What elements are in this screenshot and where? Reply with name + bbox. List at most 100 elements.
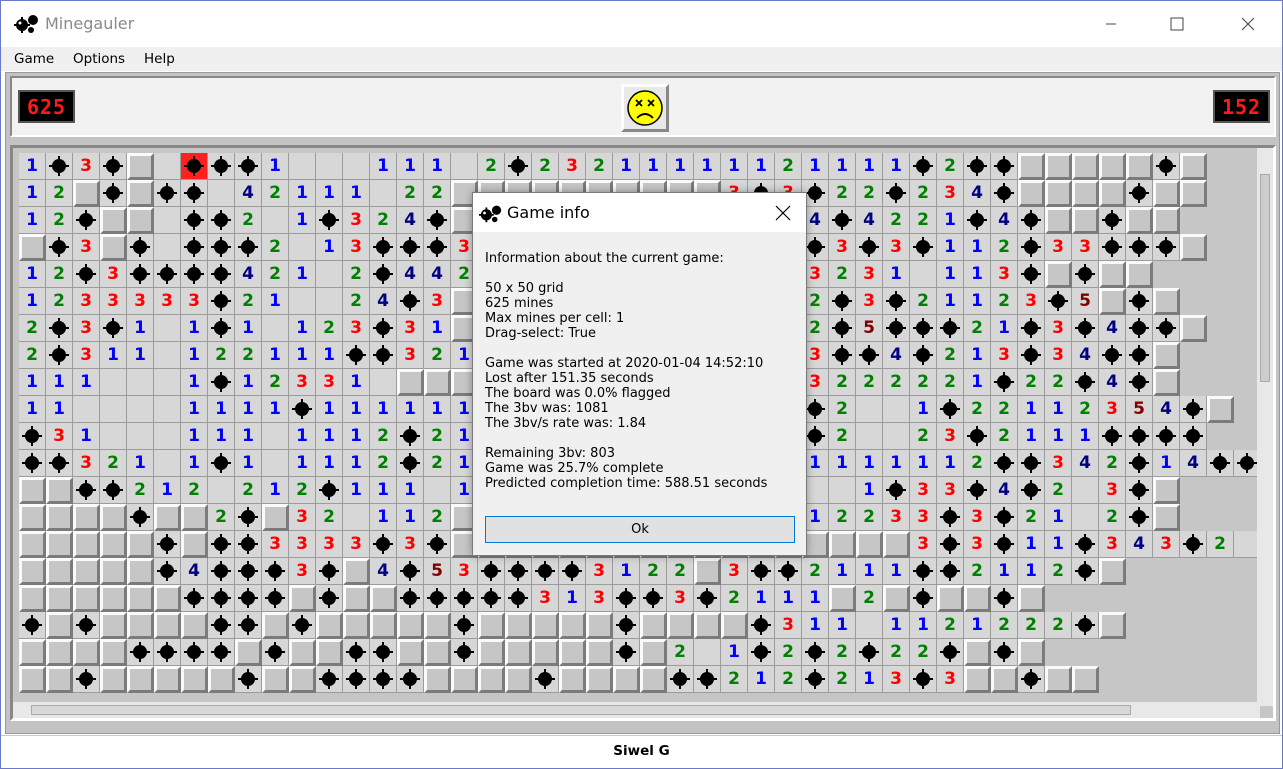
cell-number[interactable]: 1 [1045,504,1072,531]
cell-number[interactable]: 1 [883,261,910,288]
cell-number[interactable]: 3 [991,342,1018,369]
cell-number[interactable]: 1 [829,153,856,180]
cell-number[interactable]: 1 [181,396,208,423]
cell-number[interactable]: 3 [73,450,100,477]
cell-mine[interactable] [154,531,181,558]
cell-number[interactable]: 1 [1045,396,1072,423]
cell-number[interactable]: 3 [532,585,559,612]
cell-mine[interactable] [883,180,910,207]
cell-number[interactable]: 1 [208,423,235,450]
cell-unrevealed[interactable] [505,612,532,639]
cell-number[interactable]: 2 [46,261,73,288]
cell-number[interactable]: 3 [289,504,316,531]
cell-number[interactable]: 1 [424,315,451,342]
cell-mine[interactable] [154,558,181,585]
cell-number[interactable]: 2 [370,207,397,234]
cell-unrevealed[interactable] [424,612,451,639]
cell-number[interactable]: 1 [289,315,316,342]
cell-number[interactable]: 2 [1099,504,1126,531]
cell-number[interactable]: 1 [289,207,316,234]
cell-number[interactable]: 1 [721,153,748,180]
cell-mine[interactable] [19,612,46,639]
cell-mine[interactable] [289,396,316,423]
cell-number[interactable]: 3 [343,207,370,234]
cell-number[interactable]: 2 [424,180,451,207]
cell-mine[interactable] [262,558,289,585]
cell-mine[interactable] [1045,288,1072,315]
cell-number[interactable]: 2 [829,504,856,531]
cell-number[interactable]: 2 [1045,369,1072,396]
cell-mine[interactable] [991,504,1018,531]
cell-unrevealed[interactable] [289,666,316,693]
cell-number[interactable]: 5 [856,315,883,342]
cell-unrevealed[interactable] [289,585,316,612]
cell-mine[interactable] [208,639,235,666]
dialog-title-bar[interactable]: Game info [473,193,806,232]
cell-mine[interactable] [964,423,991,450]
cell-number[interactable]: 1 [613,153,640,180]
cell-number[interactable]: 2 [235,342,262,369]
cell-unrevealed[interactable] [73,585,100,612]
cell-mine[interactable] [289,612,316,639]
cell-number[interactable]: 1 [856,450,883,477]
cell-number[interactable]: 2 [991,423,1018,450]
cell-unrevealed[interactable] [559,612,586,639]
cell-mine[interactable] [910,666,937,693]
cell-unrevealed[interactable] [721,612,748,639]
cell-number[interactable]: 3 [856,288,883,315]
cell-number[interactable]: 3 [343,531,370,558]
cell-number[interactable]: 2 [262,369,289,396]
cell-number[interactable]: 2 [775,639,802,666]
cell-mine[interactable] [1126,450,1153,477]
cell-mine[interactable] [775,558,802,585]
cell-unrevealed[interactable] [262,504,289,531]
cell-mine[interactable] [613,612,640,639]
cell-unrevealed[interactable] [1072,180,1099,207]
cell-empty[interactable] [127,423,154,450]
cell-number[interactable]: 4 [1153,396,1180,423]
cell-number[interactable]: 1 [181,450,208,477]
cell-unrevealed[interactable] [1099,153,1126,180]
cell-mine[interactable] [937,396,964,423]
cell-unrevealed[interactable] [883,531,910,558]
cell-unrevealed[interactable] [1099,261,1126,288]
cell-number[interactable]: 1 [316,234,343,261]
cell-number[interactable]: 1 [262,342,289,369]
cell-unrevealed[interactable] [964,666,991,693]
cell-mine[interactable] [316,666,343,693]
cell-mine[interactable] [1126,504,1153,531]
maximize-button[interactable] [1154,1,1200,47]
cell-unrevealed[interactable] [883,585,910,612]
cell-mine[interactable] [451,639,478,666]
cell-number[interactable]: 4 [370,288,397,315]
cell-number[interactable]: 1 [370,153,397,180]
cell-mine[interactable] [1180,531,1207,558]
cell-number[interactable]: 1 [370,504,397,531]
cell-number[interactable]: 1 [802,585,829,612]
cell-number[interactable]: 1 [397,504,424,531]
cell-mine[interactable] [1153,153,1180,180]
menu-options[interactable]: Options [73,51,125,67]
cell-number[interactable]: 3 [262,531,289,558]
cell-number[interactable]: 1 [883,612,910,639]
cell-unrevealed[interactable] [181,666,208,693]
cell-mine[interactable] [991,153,1018,180]
cell-number[interactable]: 2 [991,288,1018,315]
cell-unrevealed[interactable] [1099,612,1126,639]
cell-number[interactable]: 3 [667,585,694,612]
cell-unrevealed[interactable] [1153,207,1180,234]
cell-number[interactable]: 1 [289,342,316,369]
cell-unrevealed[interactable] [1180,153,1207,180]
cell-number[interactable]: 1 [721,639,748,666]
cell-number[interactable]: 1 [883,153,910,180]
cell-unrevealed[interactable] [127,558,154,585]
cell-unrevealed[interactable] [73,639,100,666]
cell-number[interactable]: 1 [802,612,829,639]
cell-unrevealed[interactable] [46,639,73,666]
cell-mine[interactable] [829,315,856,342]
cell-mine[interactable] [235,153,262,180]
ok-button[interactable]: Ok [485,516,795,543]
cell-unrevealed[interactable] [19,531,46,558]
cell-empty[interactable] [451,153,478,180]
cell-mine[interactable] [748,558,775,585]
